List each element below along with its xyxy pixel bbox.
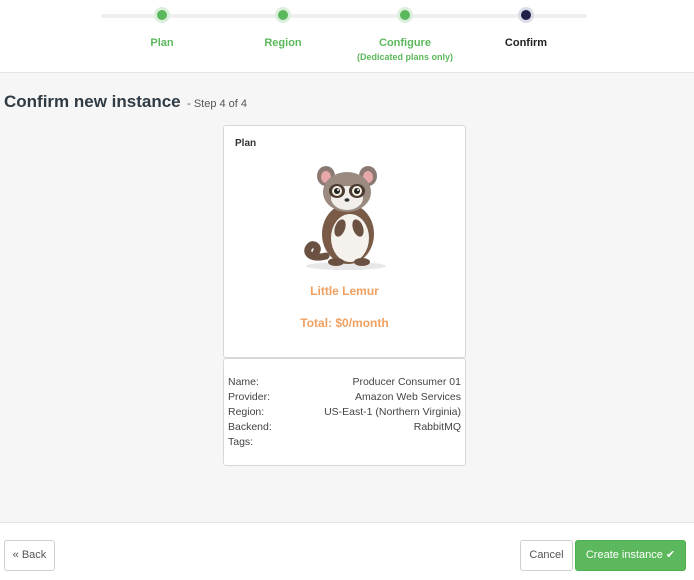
detail-label: Tags: [228, 436, 254, 448]
steps-track [101, 14, 587, 18]
create-instance-button[interactable]: Create instance ✔ [575, 540, 686, 571]
detail-value: Amazon Web Services [354, 391, 461, 403]
detail-label: Provider: [228, 391, 271, 403]
page-step-indicator: - Step 4 of 4 [187, 98, 248, 110]
cancel-button[interactable]: Cancel [520, 540, 573, 571]
step-done-dot-icon [275, 7, 291, 23]
wizard-footer: « Back Cancel Create instance ✔ [0, 522, 694, 580]
page-heading: Confirm new instance - Step 4 of 4 [4, 92, 247, 112]
wizard-steps: Plan Region Configure (Dedicated plans o… [0, 0, 694, 73]
instance-details-card: Name: Producer Consumer 01 Provider: Ama… [223, 358, 466, 466]
create-instance-label: Create instance [585, 549, 663, 561]
detail-value: RabbitMQ [413, 421, 461, 433]
step-done-dot-icon [397, 7, 413, 23]
plan-card: Plan Little Lemur Total: $0/month [223, 125, 466, 358]
plan-card-title: Plan [235, 138, 257, 149]
step-label: Configure [379, 37, 431, 49]
detail-value: Producer Consumer 01 [352, 376, 461, 388]
step-label: Region [264, 37, 302, 49]
back-button[interactable]: « Back [4, 540, 55, 571]
step-active-dot-icon [518, 7, 534, 23]
step-label: Confirm [504, 37, 548, 49]
step-sublabel: (Dedicated plans only) [356, 52, 454, 62]
detail-value: US-East-1 (Northern Virginia) [324, 406, 461, 418]
detail-label: Backend: [228, 421, 272, 433]
plan-total-price: Total: $0/month [300, 316, 389, 330]
check-icon: ✔ [665, 549, 676, 561]
detail-row-provider: Provider: Amazon Web Services [228, 391, 461, 406]
detail-row-name: Name: Producer Consumer 01 [228, 376, 461, 391]
page-title: Confirm new instance [4, 92, 181, 111]
detail-label: Region: [228, 406, 265, 418]
detail-row-tags: Tags: [228, 436, 461, 451]
step-done-dot-icon [154, 7, 170, 23]
detail-row-backend: Backend: RabbitMQ [228, 421, 461, 436]
plan-name: Little Lemur [310, 284, 379, 298]
lemur-mascot-illustration [304, 166, 386, 270]
step-label: Plan [150, 37, 174, 49]
detail-label: Name: [228, 376, 259, 388]
detail-row-region: Region: US-East-1 (Northern Virginia) [228, 406, 461, 421]
